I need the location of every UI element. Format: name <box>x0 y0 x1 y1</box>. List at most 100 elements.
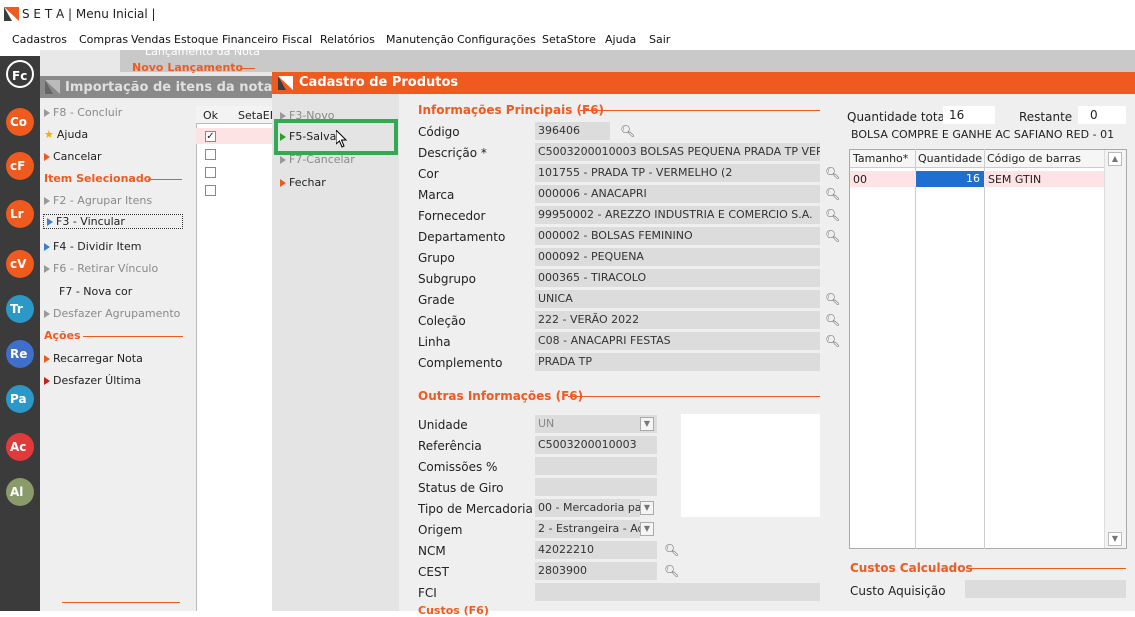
play-icon <box>44 197 50 205</box>
vincular-action[interactable]: F3 - Vincular <box>43 214 183 229</box>
search-icon[interactable]: 🔍︎ <box>664 543 679 557</box>
custo-aquisicao-field[interactable] <box>965 580 1126 598</box>
ncm-label: NCM <box>418 544 446 558</box>
novo-lancamento-link[interactable]: Novo Lançamento <box>132 61 243 74</box>
unidade-select[interactable]: UN <box>535 415 657 433</box>
rail-button-10[interactable]: Al <box>6 478 34 506</box>
acoes-section: Ações <box>44 329 81 342</box>
menu-manutencao[interactable]: Manutenção <box>386 33 454 46</box>
search-icon[interactable]: 🔍︎ <box>620 124 635 138</box>
rail-button-8[interactable]: Pa <box>6 385 34 413</box>
concluir-action[interactable]: F8 - Concluir <box>44 106 122 119</box>
product-image-area[interactable] <box>681 414 820 517</box>
section-divider <box>580 110 820 111</box>
ncm-field[interactable]: 42022210 <box>535 541 657 559</box>
menu-configuracoes[interactable]: Configurações <box>457 33 536 46</box>
row-codigo-barras: SEM GTIN <box>988 173 1042 186</box>
chevron-down-icon[interactable]: ▼ <box>640 522 654 536</box>
col-codigo-barras: Código de barras <box>987 152 1081 165</box>
grid-checkbox-checked[interactable]: ✓ <box>205 131 216 142</box>
marca-field[interactable]: 000006 - ANACAPRI <box>535 185 820 203</box>
dividir-action[interactable]: F4 - Dividir Item <box>44 240 141 253</box>
rail-button-4[interactable]: Lr <box>6 200 34 228</box>
scroll-down-icon[interactable]: ▼ <box>1108 532 1122 546</box>
fornecedor-field[interactable]: 99950002 - AREZZO INDUSTRIA E COMERCIO S… <box>535 206 820 224</box>
complemento-field[interactable]: PRADA TP <box>535 353 820 371</box>
comissoes-field[interactable] <box>535 457 657 475</box>
search-icon[interactable]: 🔍︎ <box>825 292 840 306</box>
menu-sair[interactable]: Sair <box>649 33 670 46</box>
desfazer-agrupamento-action[interactable]: Desfazer Agrupamento <box>44 307 180 320</box>
col-tamanho: Tamanho* <box>853 152 909 165</box>
grid-checkbox[interactable] <box>205 167 216 178</box>
descricao-label: Descrição * <box>418 146 487 160</box>
search-icon[interactable]: 🔍︎ <box>825 313 840 327</box>
rail-button-1[interactable]: Fc <box>6 60 34 88</box>
quantidade-total-field[interactable]: 16 <box>943 106 995 124</box>
subgrupo-field[interactable]: 000365 - TIRACOLO <box>535 269 820 287</box>
col-quantidade: Quantidade <box>918 152 983 165</box>
grade-field[interactable]: UNICA <box>535 290 820 308</box>
desfazer-ultima-action[interactable]: Desfazer Última <box>44 374 141 387</box>
referencia-field[interactable]: C5003200010003 <box>535 436 657 454</box>
nova-cor-action[interactable]: F7 - Nova cor <box>59 285 132 298</box>
rail-button-5[interactable]: cV <box>6 250 34 278</box>
play-icon <box>280 179 286 187</box>
menu-setastore[interactable]: SetaStore <box>542 33 596 46</box>
ajuda-action[interactable]: ★ Ajuda <box>44 128 88 141</box>
rail-button-3[interactable]: cF <box>6 152 34 180</box>
fechar-action[interactable]: Fechar <box>280 176 326 189</box>
rail-button-9[interactable]: Ac <box>6 433 34 461</box>
descricao-field[interactable]: C5003200010003 BOLSAS PEQUENA PRADA TP V… <box>535 143 820 161</box>
codigo-field[interactable]: 396406 <box>535 122 610 140</box>
cest-field[interactable]: 2803900 <box>535 562 657 580</box>
tipo-mercadoria-select[interactable]: 00 - Mercadoria para <box>535 499 640 517</box>
linha-field[interactable]: C08 - ANACAPRI FESTAS <box>535 332 820 350</box>
window-title: S E T A | Menu Inicial | <box>22 7 156 21</box>
grid-checkbox[interactable] <box>205 149 216 160</box>
scroll-up-icon[interactable]: ▲ <box>1108 152 1122 166</box>
retirar-vinculo-action[interactable]: F6 - Retirar Vínculo <box>44 262 158 275</box>
left-rail <box>0 56 40 611</box>
search-icon[interactable]: 🔍︎ <box>825 208 840 222</box>
status-giro-field[interactable] <box>535 478 657 496</box>
search-icon[interactable]: 🔍︎ <box>664 564 679 578</box>
search-icon[interactable]: 🔍︎ <box>825 187 840 201</box>
complemento-label: Complemento <box>418 356 503 370</box>
cor-label: Cor <box>418 167 439 181</box>
search-icon[interactable]: 🔍︎ <box>825 166 840 180</box>
fci-field[interactable] <box>535 583 820 601</box>
subgrupo-label: Subgrupo <box>418 272 476 286</box>
column-divider <box>984 149 985 549</box>
colecao-field[interactable]: 222 - VERÃO 2022 <box>535 311 820 329</box>
custos-calculados-section: Custos Calculados <box>850 561 973 575</box>
restante-field[interactable]: 0 <box>1078 106 1126 124</box>
menu-relatorios[interactable]: Relatórios <box>320 33 375 46</box>
grid-col-ok: Ok <box>203 109 219 122</box>
vertical-scrollbar[interactable] <box>1104 150 1126 548</box>
menu-cadastros[interactable]: Cadastros <box>12 33 67 46</box>
row-quantidade[interactable]: 16 <box>916 171 984 187</box>
menu-ajuda[interactable]: Ajuda <box>605 33 636 46</box>
chevron-down-icon[interactable]: ▼ <box>640 417 654 431</box>
search-icon[interactable]: 🔍︎ <box>825 229 840 243</box>
recarregar-nota-action[interactable]: Recarregar Nota <box>44 352 143 365</box>
colecao-label: Coleção <box>418 314 466 328</box>
seta-logo-icon <box>45 80 60 94</box>
grupo-field[interactable]: 000092 - PEQUENA <box>535 248 820 266</box>
cancelar-action[interactable]: Cancelar <box>44 150 102 163</box>
grid-checkbox[interactable] <box>205 185 216 196</box>
menu-compras[interactable]: Compras <box>79 33 128 46</box>
rail-button-2[interactable]: Co <box>6 108 34 136</box>
menu-fiscal[interactable]: Fiscal <box>282 33 312 46</box>
restante-label: Restante <box>1019 110 1073 124</box>
cor-field[interactable]: 101755 - PRADA TP - VERMELHO (2 <box>535 164 820 182</box>
rail-button-6[interactable]: Tr <box>6 295 34 323</box>
chevron-down-icon[interactable]: ▼ <box>640 501 654 515</box>
produto-actions-panel <box>272 94 399 611</box>
origem-select[interactable]: 2 - Estrangeira - Adq <box>535 520 640 538</box>
search-icon[interactable]: 🔍︎ <box>825 334 840 348</box>
rail-button-7[interactable]: Re <box>6 340 34 368</box>
departamento-field[interactable]: 000002 - BOLSAS FEMININO <box>535 227 820 245</box>
agrupar-action[interactable]: F2 - Agrupar Itens <box>44 194 152 207</box>
